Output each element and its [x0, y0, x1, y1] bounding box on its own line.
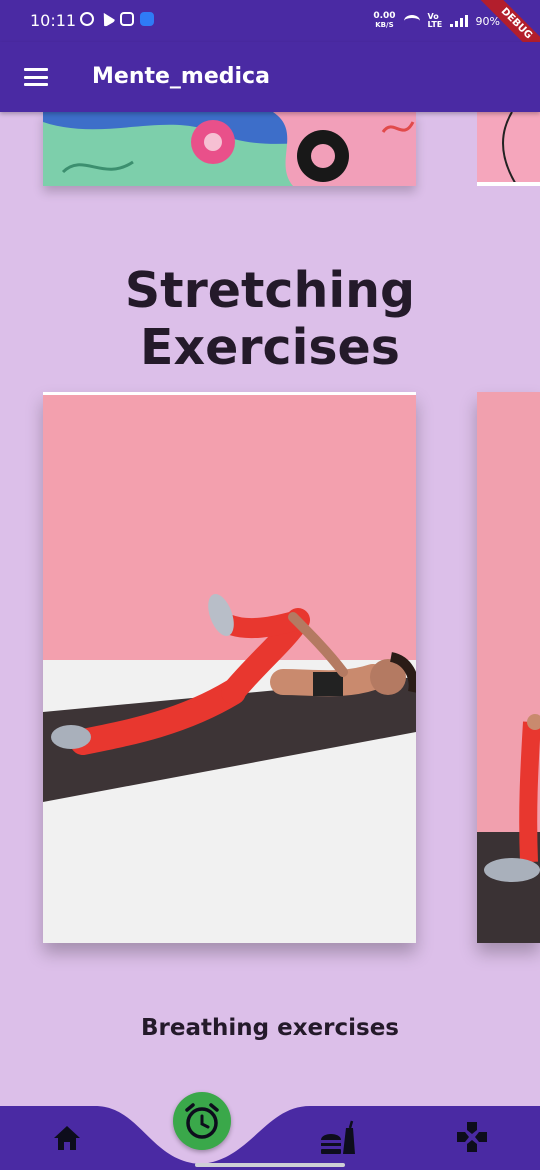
carousel-card-image[interactable]	[43, 112, 416, 186]
telegram-icon	[97, 9, 117, 28]
exercise-card-next[interactable]	[477, 392, 540, 943]
status-bar: 10:11 0.00 KB/S Vo LTE 90% DEBUG	[0, 0, 540, 66]
signal-icon	[449, 15, 468, 27]
carousel-card-next[interactable]	[477, 112, 540, 186]
section-title: Stretching Exercises	[124, 262, 416, 376]
alarm-clock-icon	[185, 1103, 219, 1139]
instagram-icon	[120, 12, 134, 26]
floral-illustration-next	[477, 112, 540, 186]
app-bar: Mente_medica	[0, 42, 540, 112]
wifi-icon	[403, 15, 420, 27]
status-system-icons: 0.00 KB/S Vo LTE 90%	[373, 12, 500, 30]
network-speed-value: 0.00	[373, 11, 396, 21]
status-time: 10:11	[30, 11, 77, 30]
exercise-image-next	[477, 392, 540, 943]
network-speed: 0.00 KB/S	[373, 12, 395, 30]
app-title: Mente_medica	[92, 64, 270, 89]
status-notification-icons	[80, 9, 154, 28]
food-icon[interactable]	[319, 1120, 357, 1156]
gamepad-icon[interactable]	[455, 1120, 489, 1154]
home-icon[interactable]	[52, 1124, 82, 1152]
card-caption: Breathing exercises	[141, 1015, 399, 1041]
exercise-card[interactable]	[43, 392, 416, 943]
alarm-clock-button[interactable]	[173, 1092, 231, 1150]
whatsapp-icon	[80, 12, 94, 26]
exercise-image	[43, 392, 416, 943]
bottom-navigation-bar	[0, 1092, 540, 1170]
home-indicator	[195, 1163, 345, 1167]
floral-illustration	[43, 112, 416, 186]
menu-icon[interactable]	[24, 68, 48, 86]
app-notification-icon	[140, 12, 154, 26]
network-speed-unit: KB/S	[375, 21, 394, 29]
volte-label: Vo LTE	[427, 12, 443, 29]
